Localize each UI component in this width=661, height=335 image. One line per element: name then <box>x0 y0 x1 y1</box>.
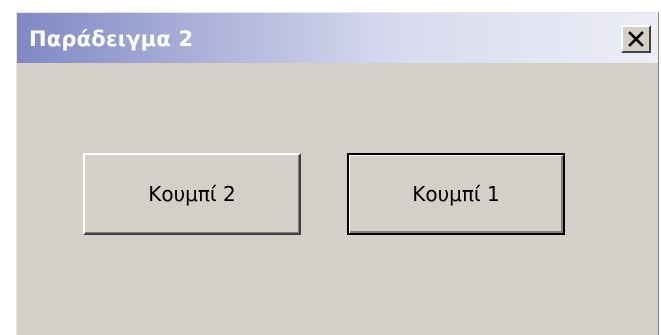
close-button[interactable] <box>621 25 651 53</box>
close-icon <box>628 31 644 47</box>
button-2-label: Κουμπί 2 <box>148 182 236 206</box>
window-title: Παράδειγμα 2 <box>29 27 194 51</box>
button-2[interactable]: Κουμπί 2 <box>83 153 301 235</box>
button-1[interactable]: Κουμπί 1 <box>347 153 565 235</box>
title-bar[interactable]: Παράδειγμα 2 <box>17 13 658 63</box>
dialog-window: Παράδειγμα 2 Κουμπί 2 Κουμπί 1 <box>16 12 659 335</box>
button-1-label: Κουμπί 1 <box>412 182 500 206</box>
